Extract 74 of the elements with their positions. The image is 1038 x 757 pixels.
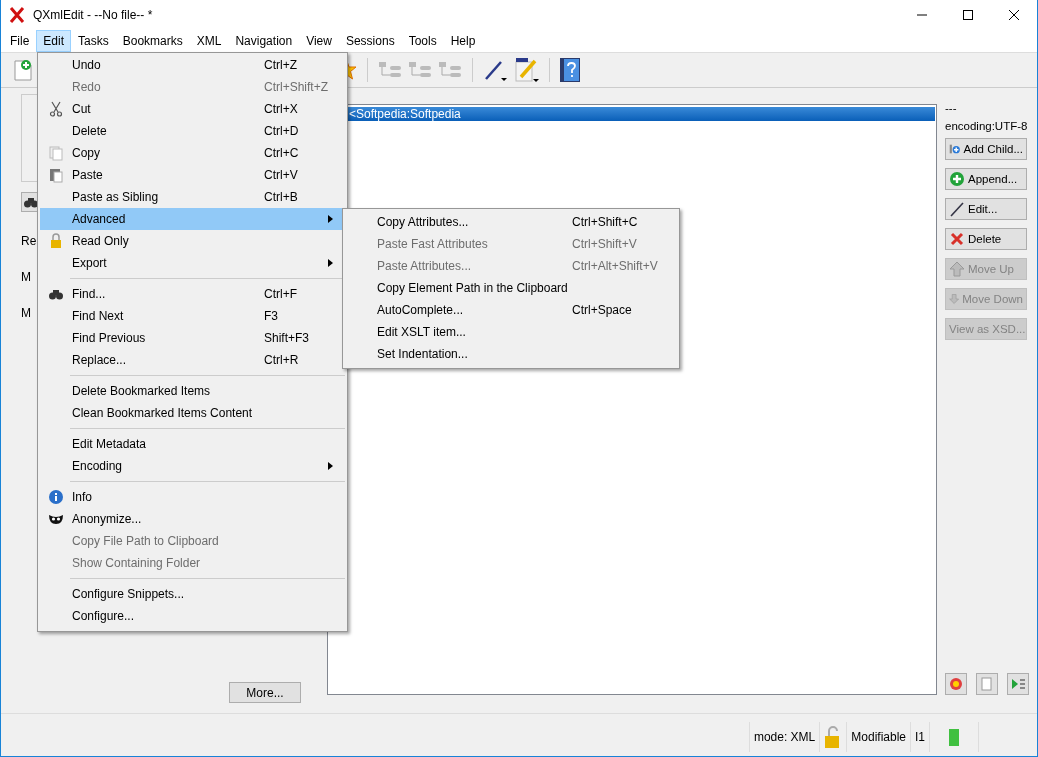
paste-icon [48, 167, 64, 183]
menu-item[interactable]: Replace... Ctrl+R [40, 349, 345, 371]
tree-node-icon [378, 60, 402, 80]
battery-icon [948, 727, 960, 747]
menu-item[interactable]: Find... Ctrl+F [40, 283, 345, 305]
edit-state-label: Modifiable [851, 730, 906, 744]
menu-bar-item[interactable]: Help [443, 30, 483, 52]
menu-item[interactable]: Edit Metadata [40, 433, 345, 455]
maximize-icon [963, 10, 973, 20]
menu-bar-item[interactable]: Tools [401, 30, 444, 52]
info-icon [48, 489, 64, 505]
page-icon [979, 676, 995, 692]
pencil-icon [949, 201, 965, 217]
down-arrow-icon [949, 291, 960, 307]
menu-item[interactable]: Info [40, 486, 345, 508]
menu-item[interactable]: Copy Element Path in the Clipboard [345, 277, 677, 299]
menu-bar-item[interactable]: Bookmarks [115, 30, 190, 52]
play-list-icon [1010, 676, 1026, 692]
menu-bar-item[interactable]: Navigation [228, 30, 300, 52]
menu-item[interactable]: Clean Bookmarked Items Content [40, 402, 345, 424]
indicator-label: I1 [915, 730, 925, 744]
menu-bar-item[interactable]: Edit [36, 30, 72, 52]
window-title: QXmlEdit - --No file-- * [33, 8, 153, 22]
menu-bar-item[interactable]: Sessions [338, 30, 402, 52]
scissors-icon [48, 101, 64, 117]
menu-bar-item[interactable]: File [3, 30, 37, 52]
menu-item[interactable]: Paste Ctrl+V [40, 164, 345, 186]
menu-item[interactable]: Anonymize... [40, 508, 345, 530]
run-button[interactable] [1007, 673, 1029, 695]
panel-label: Re [21, 234, 37, 248]
menu-item[interactable]: Advanced [40, 208, 345, 230]
lock-icon [48, 233, 64, 249]
binoculars-icon [24, 196, 38, 208]
menu-item[interactable]: Find Next F3 [40, 305, 345, 327]
menu-item[interactable]: Find Previous Shift+F3 [40, 327, 345, 349]
menu-item[interactable]: Encoding [40, 455, 345, 477]
panel-label: M [21, 270, 31, 284]
menu-item[interactable]: Delete Bookmarked Items [40, 380, 345, 402]
mode-label: mode: XML [753, 730, 816, 744]
tree-node-icon [408, 60, 432, 80]
menu-item[interactable]: Delete Ctrl+D [40, 120, 345, 142]
close-icon [1009, 10, 1019, 20]
tree-node-icon [438, 60, 462, 80]
app-logo-icon [9, 7, 25, 23]
menu-item[interactable]: Copy Attributes... Ctrl+Shift+C [345, 211, 677, 233]
plus-icon [949, 171, 965, 187]
action-button[interactable]: Append... [945, 168, 1027, 190]
menu-item[interactable]: Paste as Sibling Ctrl+B [40, 186, 345, 208]
panel-label: M [21, 306, 31, 320]
menu-item[interactable]: Edit XSLT item... [345, 321, 677, 343]
action-button[interactable]: Add Child... [945, 138, 1027, 160]
menu-item[interactable]: Configure... [40, 605, 345, 627]
menu-bar-item[interactable]: View [299, 30, 339, 52]
new-file-icon [13, 59, 33, 81]
action-button[interactable]: Edit... [945, 198, 1027, 220]
menu-item[interactable]: Configure Snippets... [40, 583, 345, 605]
copy-icon [48, 145, 64, 161]
menu-item[interactable]: Read Only [40, 230, 345, 252]
xsd-pencil-icon [513, 57, 539, 83]
menu-item[interactable]: Set Indentation... [345, 343, 677, 365]
menu-bar-item[interactable]: Tasks [71, 30, 116, 52]
menu-item[interactable]: AutoComplete... Ctrl+Space [345, 299, 677, 321]
encoding-label: encoding:UTF-8 [945, 120, 1029, 132]
menu-item[interactable]: Copy Ctrl+C [40, 142, 345, 164]
header-text: --- [945, 102, 958, 114]
copy-button[interactable] [976, 673, 998, 695]
menu-item[interactable]: Undo Ctrl+Z [40, 54, 345, 76]
menu-item[interactable]: Export [40, 252, 345, 274]
help-icon [560, 58, 580, 82]
up-arrow-icon [949, 261, 965, 277]
action-button[interactable]: Delete [945, 228, 1027, 250]
close-icon [949, 231, 965, 247]
more-button[interactable]: More... [229, 682, 301, 703]
menu-bar-item[interactable]: XML [189, 30, 229, 52]
